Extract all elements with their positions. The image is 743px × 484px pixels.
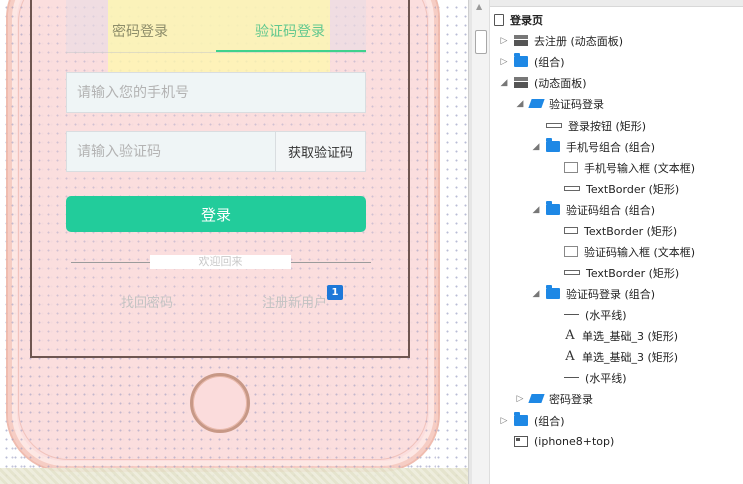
outline-item[interactable]: 手机号输入框 (文本框) (548, 157, 695, 178)
outline-item-label: 去注册 (动态面板) (534, 34, 624, 48)
tree-toggle-icon[interactable]: ◢ (530, 205, 542, 215)
outline-item[interactable]: A 单选_基础_3 (矩形) (548, 325, 678, 346)
outline-item-label: TextBorder (矩形) (586, 182, 680, 196)
tab-divider (66, 52, 366, 53)
outline-item[interactable]: 验证码输入框 (文本框) (548, 241, 695, 262)
outline-item[interactable]: ◢ (动态面板) (498, 72, 587, 93)
tree-toggle-icon[interactable]: ▷ (514, 394, 526, 404)
text-icon: A (565, 328, 575, 343)
outline-item-label: TextBorder (矩形) (586, 266, 680, 280)
tab-active-indicator (216, 50, 366, 52)
outline-item-label: 手机号输入框 (文本框) (584, 161, 696, 175)
outline-item[interactable]: ◢ 验证码组合 (组合) (530, 199, 655, 220)
panel-header (490, 0, 743, 7)
textbox-icon (564, 246, 578, 257)
outline-item[interactable]: A 单选_基础_3 (矩形) (548, 346, 678, 367)
rectangle-icon (564, 186, 580, 191)
outline-item[interactable]: TextBorder (矩形) (548, 178, 679, 199)
tab-password-login[interactable]: 密码登录 (112, 22, 168, 42)
phone-number-input[interactable] (66, 72, 366, 113)
design-canvas[interactable]: 密码登录 验证码登录 获取验证码 登录 欢迎回来 找回密码 注册新用户 1 (0, 0, 468, 484)
divider-left (71, 262, 151, 263)
outline-panel: 登录页 ▷ 去注册 (动态面板) ▷ (组合) ◢ (动态面板) ◢ 验证码登录… (490, 0, 743, 484)
outline-item[interactable]: ◢ 验证码登录 (组合) (530, 283, 655, 304)
outline-item[interactable]: (iphone8+top) (498, 431, 614, 452)
outline-item-label: 密码登录 (549, 392, 593, 406)
get-code-button[interactable]: 获取验证码 (275, 131, 366, 172)
welcome-text: 欢迎回来 (150, 255, 291, 269)
outline-item-label: (水平线) (585, 371, 627, 385)
outline-item-label: (组合) (534, 414, 565, 428)
scroll-up-icon[interactable]: ▲ (476, 2, 482, 11)
outline-item[interactable]: (水平线) (548, 367, 627, 388)
tree-toggle-icon[interactable]: ◢ (530, 142, 542, 152)
page-icon (494, 13, 504, 26)
outline-item-label: 验证码输入框 (文本框) (584, 245, 696, 259)
outline-item-label: (水平线) (585, 308, 627, 322)
tree-toggle-icon[interactable]: ◢ (498, 78, 510, 88)
dynamic-panel-icon (514, 35, 528, 46)
rectangle-icon (564, 227, 578, 234)
outline-item-label: 单选_基础_3 (矩形) (582, 329, 679, 343)
image-icon (514, 436, 528, 447)
tree-toggle-icon[interactable]: ▷ (498, 36, 510, 46)
outline-item-label: (组合) (534, 55, 565, 69)
outline-item[interactable]: ▷ 去注册 (动态面板) (498, 30, 624, 51)
textbox-icon (564, 162, 578, 173)
outline-item[interactable]: ◢ 验证码登录 (514, 93, 604, 114)
outline-item-label: 验证码组合 (组合) (566, 203, 656, 217)
outline-item[interactable]: ▷ 密码登录 (514, 388, 593, 409)
folder-icon (546, 138, 560, 152)
folder-icon (514, 53, 528, 67)
folder-icon (514, 412, 528, 426)
outline-item[interactable]: 登录按钮 (矩形) (530, 115, 646, 136)
tab-code-login[interactable]: 验证码登录 (255, 22, 325, 42)
tree-toggle-icon[interactable]: ◢ (514, 99, 526, 109)
outline-item[interactable]: (水平线) (548, 304, 627, 325)
canvas-scrollbar[interactable]: ▲ (472, 0, 490, 484)
tree-toggle-icon[interactable]: ▷ (498, 57, 510, 67)
home-button (190, 373, 250, 433)
horizontal-line-icon (564, 314, 579, 315)
outline-item-label: 验证码登录 (549, 97, 604, 111)
forgot-password-link[interactable]: 找回密码 (121, 292, 173, 311)
horizontal-line-icon (564, 377, 579, 378)
text-icon: A (565, 349, 575, 364)
outline-item[interactable]: TextBorder (矩形) (548, 262, 679, 283)
folder-icon (546, 201, 560, 215)
outline-item-label: (动态面板) (534, 76, 587, 90)
outline-item-label: 手机号组合 (组合) (566, 140, 656, 154)
login-button[interactable]: 登录 (66, 196, 366, 232)
outline-item-label: 登录按钮 (矩形) (568, 119, 647, 133)
scrollbar-thumb[interactable] (475, 30, 487, 54)
verification-code-input[interactable] (66, 131, 275, 172)
outline-item-label: 登录页 (510, 13, 543, 27)
panel-state-icon (528, 394, 545, 403)
tree-toggle-icon[interactable]: ◢ (530, 289, 542, 299)
tree-toggle-icon[interactable]: ▷ (498, 416, 510, 426)
outline-item-page[interactable]: 登录页 (494, 9, 543, 30)
dynamic-panel-icon (514, 77, 528, 88)
outline-item[interactable]: ▷ (组合) (498, 410, 565, 431)
outline-item[interactable]: TextBorder (矩形) (548, 220, 677, 241)
outline-item[interactable]: ▷ (组合) (498, 51, 565, 72)
divider-right (291, 262, 371, 263)
outline-item[interactable]: ◢ 手机号组合 (组合) (530, 136, 655, 157)
rectangle-icon (546, 123, 562, 128)
panel-state-icon (528, 99, 545, 108)
outline-item-label: 验证码登录 (组合) (566, 287, 656, 301)
outline-item-label: 单选_基础_3 (矩形) (582, 350, 679, 364)
canvas-hatch (0, 468, 468, 484)
outline-item-label: (iphone8+top) (534, 435, 615, 448)
note-badge[interactable]: 1 (327, 285, 343, 300)
rectangle-icon (564, 270, 580, 275)
folder-icon (546, 285, 560, 299)
outline-item-label: TextBorder (矩形) (584, 224, 678, 238)
register-link[interactable]: 注册新用户 (262, 292, 327, 311)
